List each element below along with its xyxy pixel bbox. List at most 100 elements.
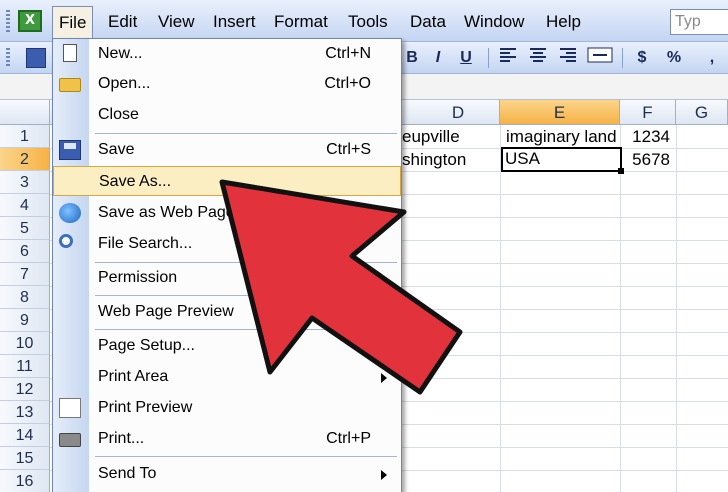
web-page-icon <box>59 203 81 223</box>
italic-button[interactable]: I <box>426 46 450 70</box>
menu-item-shortcut: Ctrl+N <box>325 45 371 62</box>
menu-item-label: Save <box>98 141 135 158</box>
formatting-toolbar: B I U $ % , <box>400 42 728 74</box>
cell-d1[interactable]: eupville <box>398 125 500 148</box>
menu-separator <box>95 133 397 134</box>
save-icon[interactable] <box>26 48 46 68</box>
file-menu-dropdown: New... Ctrl+N Open... Ctrl+O Close Save … <box>52 38 402 492</box>
underline-button[interactable]: U <box>454 46 478 70</box>
column-header-e[interactable]: E <box>500 100 620 125</box>
menu-item-label: Send To <box>98 465 157 482</box>
menu-item-web-page-preview[interactable]: Web Page Preview <box>53 297 401 327</box>
currency-button[interactable]: $ <box>630 46 654 70</box>
excel-app-icon[interactable]: X <box>18 10 42 32</box>
menu-item-print-area[interactable]: Print Area <box>53 362 401 392</box>
merge-and-center-icon[interactable] <box>586 46 614 70</box>
menu-item-label: Open... <box>98 75 151 92</box>
row-header[interactable]: 11 <box>0 355 50 378</box>
row-header[interactable]: 15 <box>0 447 50 470</box>
menu-item-label: File Search... <box>98 235 193 252</box>
open-folder-icon <box>59 78 81 92</box>
menu-item-new[interactable]: New... Ctrl+N <box>53 39 401 69</box>
save-floppy-icon <box>59 140 81 160</box>
menu-item-permission[interactable]: Permission <box>53 263 401 293</box>
bold-button[interactable]: B <box>400 46 424 70</box>
column-label-d: D <box>451 103 465 122</box>
menu-item-save[interactable]: Save Ctrl+S <box>53 135 401 165</box>
menu-item-label: Print Preview <box>98 399 193 416</box>
menu-item-save-as[interactable]: Save As... <box>53 166 401 196</box>
menu-tools[interactable]: Tools <box>342 6 394 38</box>
row-header[interactable]: 13 <box>0 401 50 424</box>
file-search-icon <box>59 234 73 248</box>
menu-separator <box>95 295 397 296</box>
menu-item-save-as-web-page[interactable]: Save as Web Page... <box>53 198 401 228</box>
menu-separator <box>95 456 397 457</box>
row-header[interactable]: 6 <box>0 240 50 263</box>
submenu-arrow-icon <box>381 373 387 383</box>
menu-item-label: Save as Web Page... <box>98 204 249 221</box>
menu-item-print[interactable]: Print... Ctrl+P <box>53 424 401 454</box>
menu-window[interactable]: Window <box>458 6 530 38</box>
menu-item-print-preview[interactable]: Print Preview <box>53 393 401 423</box>
cell-e1[interactable]: imaginary land <box>502 125 620 148</box>
menu-item-label: Print... <box>98 430 145 447</box>
menu-separator <box>95 329 397 330</box>
menu-data[interactable]: Data <box>404 6 452 38</box>
cell-d2[interactable]: shington <box>398 148 500 171</box>
row-header[interactable]: 14 <box>0 424 50 447</box>
toolbar-separator <box>488 48 489 68</box>
menu-view[interactable]: View <box>152 6 201 38</box>
menu-item-label: Print Area <box>98 368 169 385</box>
menu-item-open[interactable]: Open... Ctrl+O <box>53 69 401 99</box>
menu-item-label: Save As... <box>99 173 172 190</box>
menu-item-shortcut: Ctrl+O <box>324 75 371 92</box>
toolbar-grip[interactable] <box>6 10 10 32</box>
row-header[interactable]: 7 <box>0 263 50 286</box>
type-a-question-box[interactable]: Typ <box>670 9 728 35</box>
column-header-g[interactable]: G <box>676 100 728 125</box>
comma-style-button[interactable]: , <box>700 46 724 70</box>
row-header[interactable]: 16 <box>0 470 50 492</box>
row-header[interactable]: 5 <box>0 217 50 240</box>
new-document-icon <box>63 44 77 62</box>
select-all-corner[interactable] <box>0 100 50 125</box>
menu-edit[interactable]: Edit <box>102 6 143 38</box>
row-header[interactable]: 9 <box>0 309 50 332</box>
cell-f2[interactable]: 5678 <box>620 148 676 171</box>
submenu-arrow-icon <box>381 470 387 480</box>
menu-item-shortcut: Ctrl+S <box>326 141 371 158</box>
menu-item-label: Close <box>98 106 139 123</box>
toolbar-grip[interactable] <box>6 48 10 68</box>
menu-bar: X File Edit View Insert Format Tools Dat… <box>0 0 728 42</box>
column-header-f[interactable]: F <box>620 100 676 125</box>
menu-item-label: New... <box>98 45 143 62</box>
menu-item-page-setup[interactable]: Page Setup... <box>53 331 401 361</box>
menu-item-send-to[interactable]: Send To <box>53 459 401 489</box>
row-header[interactable]: 10 <box>0 332 50 355</box>
menu-help[interactable]: Help <box>540 6 587 38</box>
row-header[interactable]: 8 <box>0 286 50 309</box>
row-header[interactable]: 3 <box>0 171 50 194</box>
print-preview-icon <box>59 398 81 418</box>
toolbar-separator <box>622 48 623 68</box>
percent-button[interactable]: % <box>662 46 686 70</box>
menu-item-label: Permission <box>98 269 178 286</box>
menu-item-close[interactable]: Close <box>53 100 401 130</box>
row-header[interactable]: 4 <box>0 194 50 217</box>
row-header[interactable]: 12 <box>0 378 50 401</box>
cell-f1[interactable]: 1234 <box>620 125 676 148</box>
align-right-icon[interactable] <box>556 46 580 70</box>
printer-icon <box>59 433 81 447</box>
align-center-icon[interactable] <box>526 46 550 70</box>
menu-item-file-search[interactable]: File Search... <box>53 229 401 259</box>
row-header[interactable]: 2 <box>0 148 50 171</box>
standard-toolbar <box>0 42 54 74</box>
row-header[interactable]: 1 <box>0 125 50 148</box>
menu-insert[interactable]: Insert <box>207 6 262 38</box>
menu-file[interactable]: File <box>52 6 94 38</box>
menu-format[interactable]: Format <box>268 6 334 38</box>
cell-e2-active[interactable]: USA <box>501 147 622 172</box>
menu-item-shortcut: Ctrl+P <box>326 430 371 447</box>
align-left-icon[interactable] <box>496 46 520 70</box>
